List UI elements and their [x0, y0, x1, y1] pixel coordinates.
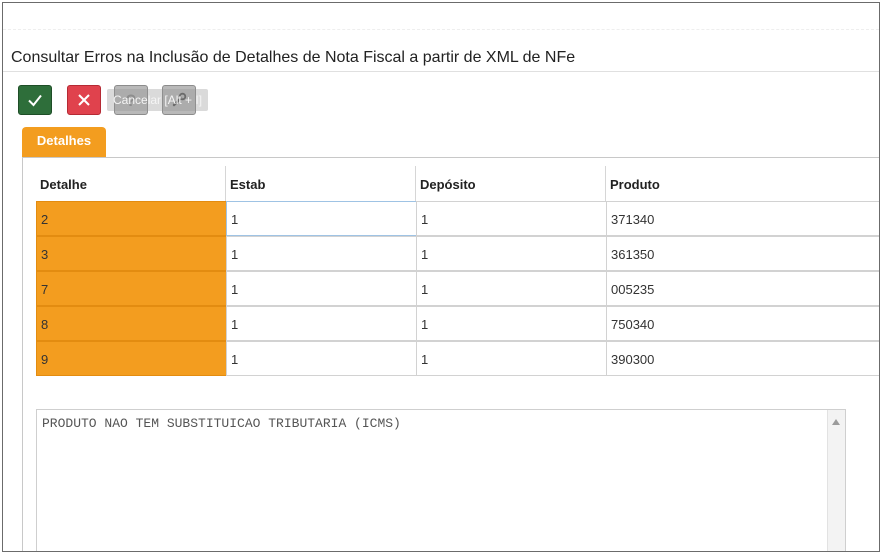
check-icon [28, 94, 42, 107]
cell-estab[interactable]: 1 [226, 341, 417, 376]
cell-estab[interactable]: 1 [226, 306, 417, 341]
title-divider [3, 71, 879, 72]
column-header-deposito[interactable]: Depósito [416, 166, 606, 201]
column-header-estab[interactable]: Estab [226, 166, 416, 201]
close-icon [78, 94, 90, 106]
tab-panel-border [22, 157, 23, 551]
cell-estab[interactable]: 1 [226, 236, 417, 271]
table-row[interactable]: 2 1 1 371340 [36, 201, 879, 236]
cell-produto[interactable]: 005235 [606, 271, 879, 306]
scroll-up-arrow-icon[interactable] [832, 419, 840, 425]
cancel-button[interactable] [67, 85, 101, 115]
cell-estab[interactable]: 1 [226, 201, 417, 236]
cell-detalhe[interactable]: 3 [36, 236, 227, 271]
cell-detalhe[interactable]: 8 [36, 306, 227, 341]
cell-produto[interactable]: 750340 [606, 306, 879, 341]
confirm-button[interactable] [18, 85, 52, 115]
top-strip [3, 3, 879, 30]
tab-underline [22, 157, 879, 158]
cell-deposito[interactable]: 1 [416, 306, 607, 341]
tab-detalhes[interactable]: Detalhes [22, 127, 106, 157]
table-row[interactable]: 3 1 1 361350 [36, 236, 879, 271]
cell-detalhe[interactable]: 9 [36, 341, 227, 376]
table-row[interactable]: 8 1 1 750340 [36, 306, 879, 341]
vertical-scrollbar[interactable] [827, 410, 845, 551]
cell-produto[interactable]: 361350 [606, 236, 879, 271]
cell-deposito[interactable]: 1 [416, 271, 607, 306]
cell-detalhe[interactable]: 2 [36, 201, 227, 236]
error-message-textarea[interactable]: PRODUTO NAO TEM SUBSTITUICAO TRIBUTARIA … [36, 409, 846, 551]
cancel-tooltip: Cancelar [Alt + I] [107, 89, 209, 111]
page-title: Consultar Erros na Inclusão de Detalhes … [11, 49, 576, 66]
cell-estab[interactable]: 1 [226, 271, 417, 306]
cell-deposito[interactable]: 1 [416, 341, 607, 376]
error-message-text: PRODUTO NAO TEM SUBSTITUICAO TRIBUTARIA … [42, 416, 401, 431]
column-header-detalhe[interactable]: Detalhe [36, 166, 226, 201]
form-window: Consultar Erros na Inclusão de Detalhes … [2, 2, 880, 552]
cell-produto[interactable]: 390300 [606, 341, 879, 376]
table-row[interactable]: 9 1 1 390300 [36, 341, 879, 376]
table-row[interactable]: 7 1 1 005235 [36, 271, 879, 306]
cell-deposito[interactable]: 1 [416, 236, 607, 271]
cell-deposito[interactable]: 1 [416, 201, 607, 236]
column-header-produto[interactable]: Produto [606, 166, 879, 201]
cell-produto[interactable]: 371340 [606, 201, 879, 236]
cell-detalhe[interactable]: 7 [36, 271, 227, 306]
